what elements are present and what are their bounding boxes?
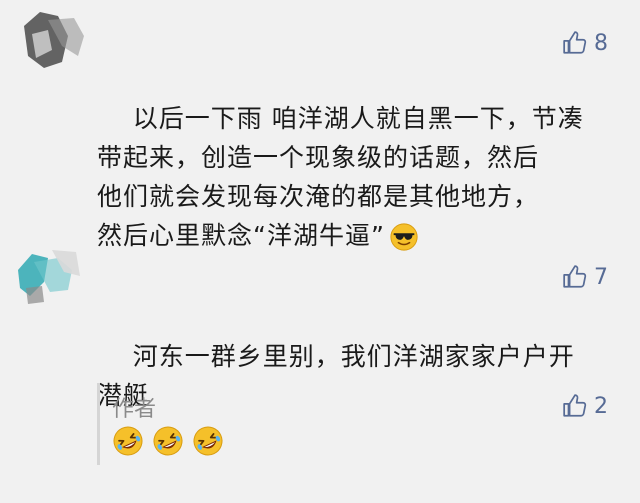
reply-author-label: 作者 <box>112 397 157 422</box>
avatar[interactable] <box>14 242 84 308</box>
like-button[interactable]: 8 <box>562 30 608 56</box>
thumbs-up-icon <box>563 394 587 417</box>
like-count: 7 <box>594 264 608 290</box>
like-button[interactable]: 7 <box>562 264 608 290</box>
avatar[interactable] <box>18 6 88 72</box>
comment-1: 8 以后一下雨 咱洋湖人就自黑一下，节凑 带起来，创造一个现象级的话题，然后 他… <box>0 0 640 251</box>
like-count: 2 <box>594 393 608 419</box>
rofl-emoji <box>153 426 183 456</box>
like-count: 8 <box>594 30 608 56</box>
thumbs-up-icon <box>563 31 587 54</box>
rofl-emoji <box>113 426 143 456</box>
rofl-emoji <box>193 426 223 456</box>
thumbs-up-icon <box>563 265 587 288</box>
reply-like-button[interactable]: 2 <box>562 393 608 419</box>
author-reply: 作者 <box>97 383 580 465</box>
comment-body: 以后一下雨 咱洋湖人就自黑一下，节凑 带起来，创造一个现象级的话题，然后 他们就… <box>97 104 584 250</box>
reply-emojis <box>112 425 224 457</box>
